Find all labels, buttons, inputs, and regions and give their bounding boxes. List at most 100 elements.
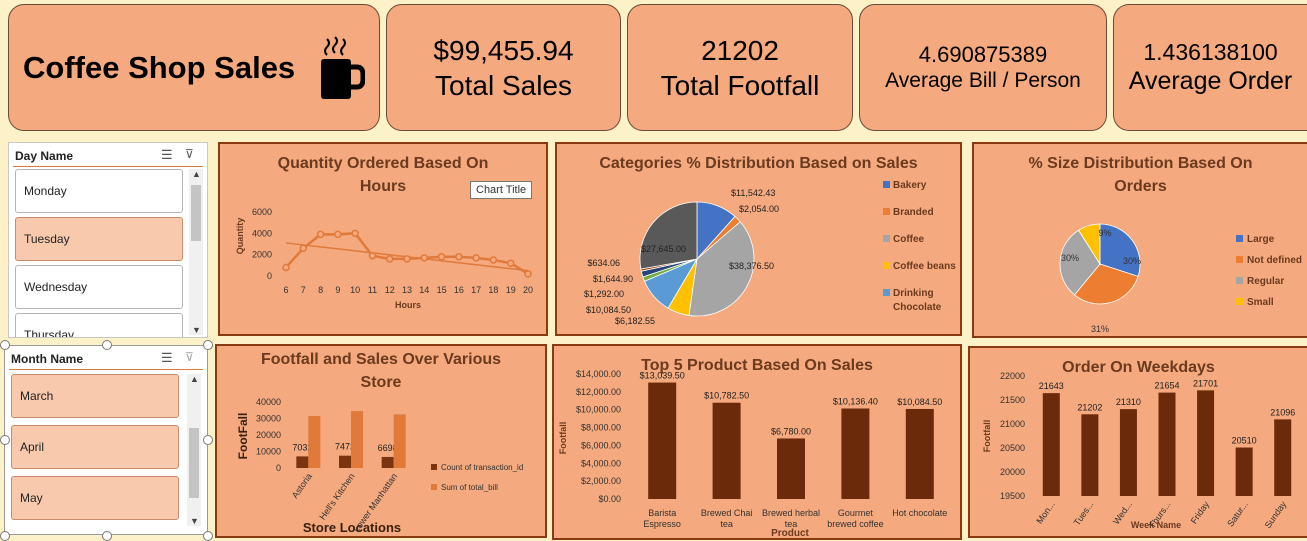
sizes-chart-panel[interactable]: % Size Distribution Based On Orders 30% 3… [972, 142, 1307, 338]
stores-chart-panel[interactable]: Footfall and Sales Over Various Store Fo… [215, 344, 547, 538]
x-tick-label: Friday [1189, 499, 1212, 526]
bar-data-label: 21701 [1193, 378, 1218, 388]
multi-select-icon[interactable]: ☰ [161, 350, 173, 366]
categories-chart-panel[interactable]: Categories % Distribution Based on Sales… [555, 142, 962, 336]
day-slicer-title: Day Name [15, 149, 74, 163]
x-tick-label: 8 [318, 285, 323, 295]
weekday-bar [1119, 409, 1137, 496]
resize-handle[interactable] [0, 340, 10, 350]
scroll-down-icon[interactable]: ▼ [192, 325, 201, 335]
clear-filter-icon[interactable]: ⊽ [185, 147, 194, 161]
y-axis-title: FootFall [236, 413, 250, 460]
legend-swatch [883, 181, 890, 188]
resize-handle[interactable] [203, 531, 213, 541]
legend-label: Coffee beans [893, 261, 956, 272]
quantity-point [420, 254, 429, 262]
legend-label: Large [1247, 234, 1275, 245]
x-tick-label: 13 [402, 285, 412, 295]
bar-data-label: $13,039.50 [640, 371, 685, 381]
bar-data-label: 21202 [1077, 402, 1102, 412]
y-tick-label: 4000 [252, 228, 272, 238]
resize-handle[interactable] [102, 340, 112, 350]
store-bar [351, 411, 363, 468]
day-scroll-thumb[interactable] [191, 185, 201, 241]
y-tick-label: $8,000.00 [581, 423, 621, 433]
scroll-up-icon[interactable]: ▲ [192, 169, 201, 179]
legend-label: Regular [1247, 276, 1284, 287]
day-scrollbar[interactable]: ▲ ▼ [189, 169, 203, 335]
legend-swatch [431, 464, 437, 470]
day-item-monday[interactable]: Monday [15, 169, 183, 213]
month-item-april[interactable]: April [11, 425, 179, 469]
y-axis-title: Footfall [982, 420, 992, 453]
scroll-down-icon[interactable]: ▼ [190, 516, 199, 526]
x-tick-label: 17 [471, 285, 481, 295]
clear-filter-icon[interactable]: ⊽ [185, 350, 194, 364]
weekday-bar [1197, 390, 1215, 496]
bar-data-label: 21643 [1039, 381, 1064, 391]
store-bar [308, 416, 321, 468]
multi-select-icon[interactable]: ☰ [161, 147, 173, 163]
quantity-point [351, 229, 359, 238]
y-tick-label: 30000 [256, 414, 281, 424]
category-slice [639, 201, 698, 270]
month-scrollbar[interactable]: ▲ ▼ [187, 374, 201, 526]
bar-data-label: $10,782.50 [704, 391, 749, 401]
resize-handle[interactable] [203, 340, 213, 350]
y-tick-label: 21500 [1000, 395, 1025, 405]
resize-handle[interactable] [203, 435, 213, 445]
scroll-up-icon[interactable]: ▲ [190, 374, 199, 384]
y-tick-label: 20000 [1000, 467, 1025, 477]
resize-handle[interactable] [102, 531, 112, 541]
resize-handle[interactable] [0, 435, 10, 445]
x-axis-title: Hours [395, 300, 421, 310]
day-item-tuesday[interactable]: Tuesday [15, 217, 183, 261]
x-tick-label: 9 [335, 285, 340, 295]
y-tick-label: $0.00 [598, 494, 621, 504]
month-item-march[interactable]: March [11, 374, 179, 418]
legend-label: Drinking [893, 288, 934, 299]
slice-data-label: $11,542.43 [731, 188, 775, 198]
y-tick-label: 19500 [1000, 491, 1025, 501]
hours-chart-panel[interactable]: Quantity Ordered Based On Hours Chart Ti… [218, 142, 548, 336]
x-tick-label: Mon... [1034, 499, 1057, 525]
bar-data-label: $6,780.00 [771, 426, 811, 436]
weekdays-chart-panel[interactable]: Order On Weekdays Footfall Week Name 220… [968, 346, 1307, 538]
day-item-thursday[interactable]: Thursday [15, 313, 183, 337]
quantity-point [316, 230, 325, 239]
x-tick-label: 14 [419, 285, 429, 295]
x-tick-label: 11 [368, 285, 377, 295]
quantity-point [489, 256, 498, 264]
month-scroll-thumb[interactable] [189, 428, 199, 498]
x-tick-label: Hell's Kitchen [317, 471, 356, 521]
products-chart-panel[interactable]: Top 5 Product Based On Sales Footfall Pr… [552, 344, 962, 540]
y-tick-label: 0 [276, 463, 281, 473]
day-item-wednesday[interactable]: Wednesday [15, 265, 183, 309]
legend-swatch [1236, 256, 1243, 263]
month-slicer-divider [9, 369, 203, 370]
y-tick-label: $12,000.00 [576, 387, 621, 397]
coffee-cup-icon [321, 35, 366, 99]
slice-data-label: 30% [1061, 253, 1079, 263]
legend-label: Chocolate [893, 302, 942, 313]
month-item-may[interactable]: May [11, 476, 179, 520]
product-bar [777, 438, 805, 499]
resize-handle[interactable] [0, 531, 10, 541]
day-slicer[interactable]: Day Name ☰ ⊽ Monday Tuesday Wednesday Th… [8, 142, 208, 338]
y-tick-label: $14,000.00 [576, 369, 621, 379]
slice-data-label: 30% [1123, 256, 1141, 266]
slice-data-label: $10,084.50 [586, 305, 631, 315]
x-tick-label: Hot chocolate [892, 508, 947, 518]
avg-bill-value: 4.690875389 [918, 41, 1048, 67]
x-tick-label: 10 [350, 285, 360, 295]
y-tick-label: 2000 [252, 250, 272, 260]
x-tick-label: Brewed Chai [701, 508, 753, 518]
slice-data-label: $634.06 [587, 258, 620, 268]
y-tick-label: 6000 [252, 207, 272, 217]
legend-swatch [883, 289, 890, 296]
y-tick-label: 20000 [256, 430, 281, 440]
month-slicer[interactable]: Month Name ☰ ⊽ March April May ▲ ▼ [4, 345, 208, 535]
x-tick-label: Tues... [1072, 499, 1096, 527]
weekday-bar [1081, 414, 1099, 496]
total-footfall-label: Total Footfall [660, 69, 820, 101]
